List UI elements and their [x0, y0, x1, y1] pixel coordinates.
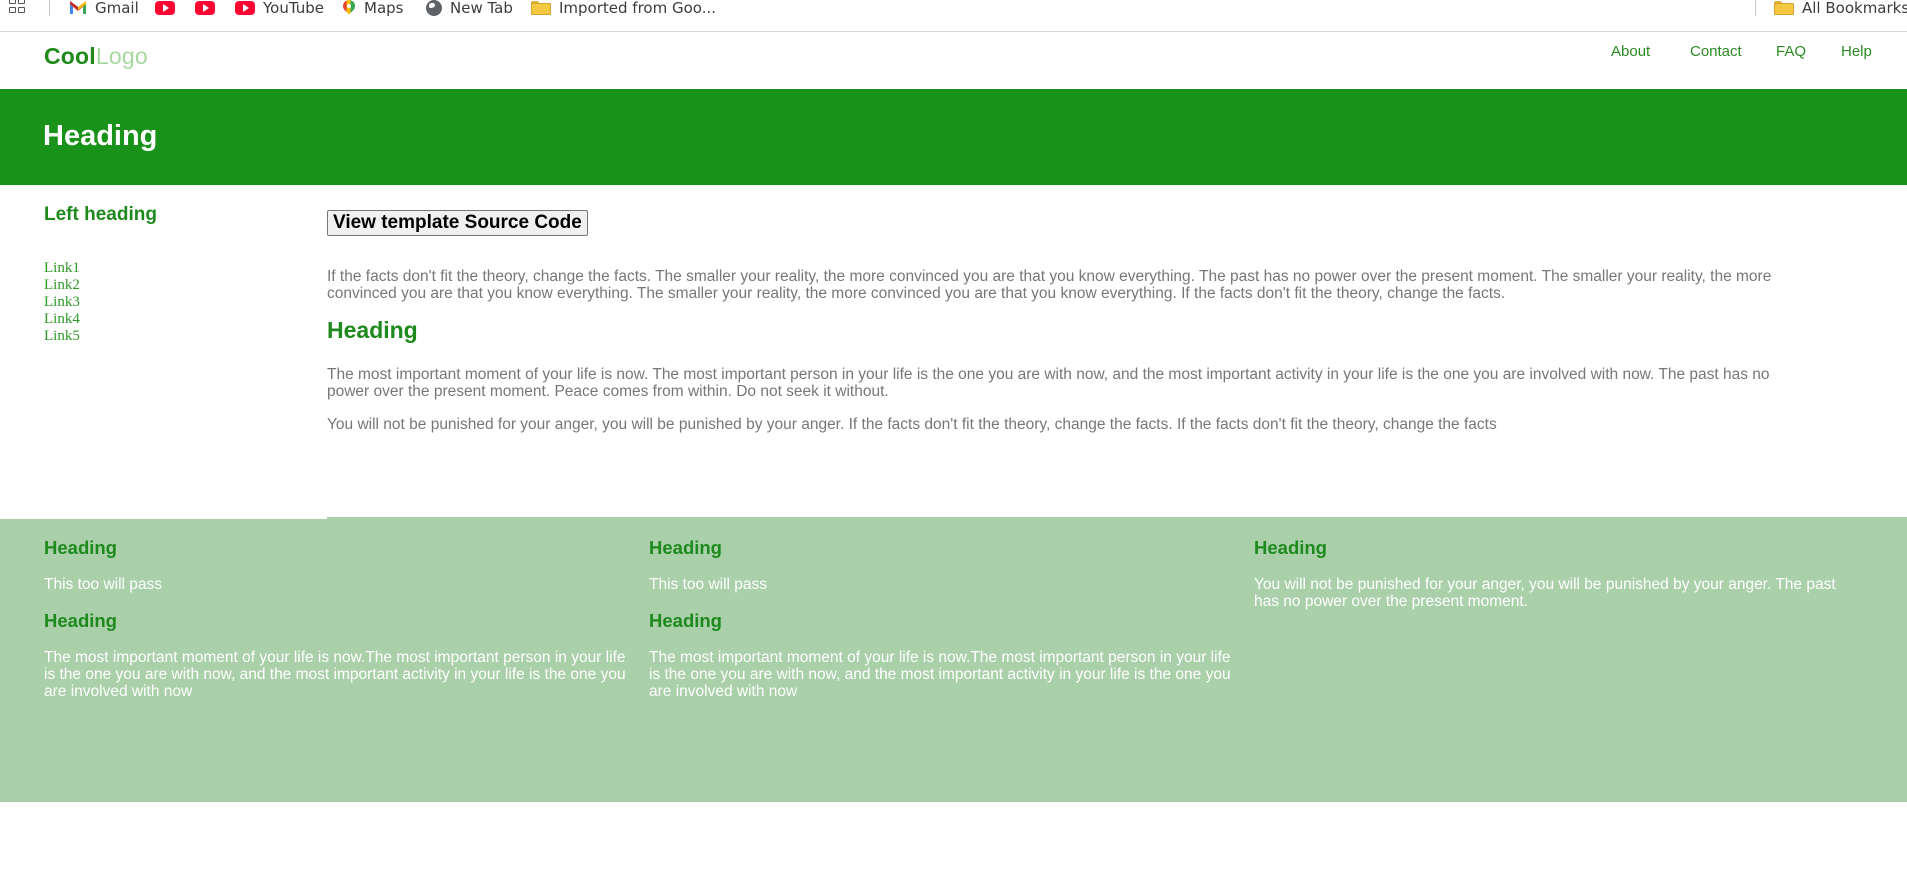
footer-heading: Heading — [44, 537, 117, 558]
logo-part-logo: Logo — [95, 43, 148, 69]
bookmark-youtube-1[interactable] — [155, 0, 175, 16]
view-source-button[interactable]: View template Source Code — [327, 210, 588, 236]
bookmark-label: Gmail — [95, 0, 139, 17]
bookmark-new-tab[interactable]: New Tab — [426, 0, 513, 17]
bookmark-maps[interactable]: Maps — [342, 0, 404, 17]
gmail-icon — [70, 1, 86, 14]
footer-text: You will not be punished for your anger,… — [1254, 576, 1836, 610]
youtube-icon — [235, 1, 255, 15]
youtube-icon — [195, 1, 215, 15]
footer-heading: Heading — [1254, 537, 1327, 558]
all-bookmarks-label: All Bookmarks — [1802, 0, 1907, 17]
all-bookmarks-button[interactable]: All Bookmarks — [1774, 0, 1907, 17]
bookmarks-bar: Gmail YouTube Maps New Tab Imported from… — [0, 0, 1907, 32]
main-heading: Heading — [327, 317, 418, 343]
bookmark-label: Imported from Goo... — [559, 0, 716, 17]
footer-heading: Heading — [649, 610, 722, 631]
footer-text: The most important moment of your life i… — [649, 649, 1231, 700]
footer-text: This too will pass — [649, 576, 768, 593]
maps-icon — [342, 0, 356, 16]
nav-link-about[interactable]: About — [1611, 43, 1650, 60]
footer-text: The most important moment of your life i… — [44, 649, 626, 700]
youtube-icon — [155, 1, 175, 15]
site-header: CoolLogo About Contact FAQ Help — [0, 32, 1907, 89]
bookmark-folder-imported[interactable]: Imported from Goo... — [531, 0, 716, 17]
footer-text: This too will pass — [44, 576, 163, 593]
apps-grid-icon[interactable] — [9, 0, 31, 16]
globe-icon — [426, 0, 442, 16]
sidebar-heading: Left heading — [44, 204, 157, 225]
folder-icon — [1774, 1, 1794, 15]
bookmark-youtube-2[interactable] — [195, 0, 215, 16]
sidebar-link-2[interactable]: Link2 — [44, 277, 80, 294]
main-paragraph-2: The most important moment of your life i… — [327, 366, 1770, 400]
sidebar-links: Link1 Link2 Link3 Link4 Link5 — [44, 260, 80, 345]
banner-heading: Heading — [43, 120, 158, 152]
sidebar-link-5[interactable]: Link5 — [44, 328, 80, 345]
main-paragraph-3: You will not be punished for your anger,… — [327, 416, 1497, 433]
logo-part-cool: Cool — [44, 43, 96, 69]
main-paragraph-1: If the facts don't fit the theory, chang… — [327, 268, 1772, 302]
nav-link-faq[interactable]: FAQ — [1776, 43, 1806, 60]
bookmark-label: New Tab — [450, 0, 513, 17]
bookmark-label: Maps — [364, 0, 404, 17]
sidebar-link-4[interactable]: Link4 — [44, 311, 80, 328]
bookmarks-separator — [1755, 0, 1756, 16]
footer-top-edge — [0, 516, 327, 519]
hero-banner: Heading — [0, 89, 1907, 185]
nav-link-contact[interactable]: Contact — [1690, 43, 1742, 60]
bookmark-label: YouTube — [263, 0, 324, 17]
folder-icon — [531, 1, 551, 15]
footer: Heading This too will pass Heading The m… — [0, 517, 1907, 802]
nav-link-help[interactable]: Help — [1841, 43, 1872, 60]
footer-heading: Heading — [649, 537, 722, 558]
footer-heading: Heading — [44, 610, 117, 631]
bookmark-gmail[interactable]: Gmail — [69, 0, 139, 17]
sidebar-link-3[interactable]: Link3 — [44, 294, 80, 311]
bookmarks-separator — [49, 0, 50, 16]
logo[interactable]: CoolLogo — [44, 43, 148, 70]
bookmark-youtube[interactable]: YouTube — [235, 0, 324, 17]
sidebar-link-1[interactable]: Link1 — [44, 260, 80, 277]
